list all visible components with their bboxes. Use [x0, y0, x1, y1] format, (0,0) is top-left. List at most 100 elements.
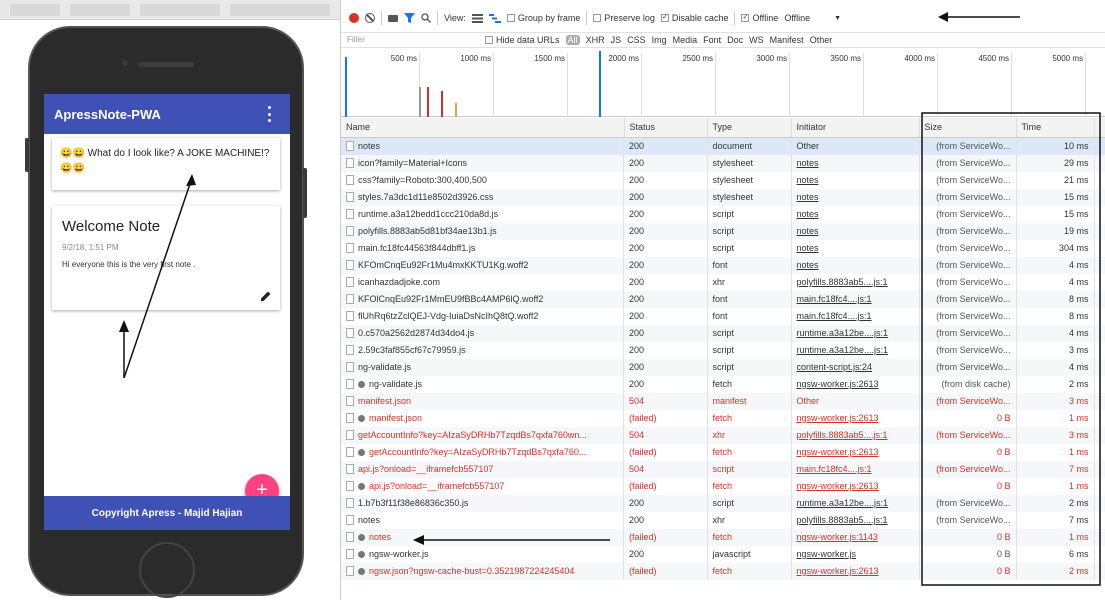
- table-row[interactable]: manifest.json (failed) fetch ngsw-worker.js…: [341, 409, 1105, 427]
- table-row[interactable]: flUhRq6tzZclQEJ-Vdg-IuiaDsNcIhQ8tQ.woff2…: [341, 307, 1105, 325]
- table-row[interactable]: ngsw.json?ngsw-cache-bust=0.352198722424…: [341, 562, 1105, 580]
- initiator-cell[interactable]: notes: [791, 154, 920, 172]
- type-filter-all[interactable]: All: [565, 35, 580, 45]
- throttle-select[interactable]: Offline: [784, 13, 810, 23]
- request-name-cell[interactable]: polyfills.8883ab5d81bf34ae13b1.js: [341, 222, 624, 240]
- table-row[interactable]: getAccountInfo?key=AIzaSyDRHb7TzqdBs7qxf…: [341, 426, 1105, 444]
- initiator-cell[interactable]: notes: [791, 205, 920, 223]
- filter-input[interactable]: Filter: [347, 34, 479, 46]
- screenshot-icon[interactable]: [388, 14, 398, 22]
- hide-data-urls-checkbox[interactable]: Hide data URLs: [485, 35, 560, 45]
- joke-card[interactable]: 😀😀 What do I look like? A JOKE MACHINE!?…: [52, 138, 280, 190]
- initiator-cell[interactable]: runtime.a3a12be....js:1: [791, 494, 920, 512]
- type-filter-css[interactable]: CSS: [627, 35, 646, 45]
- table-row[interactable]: 0.c570a2562d2874d34do4.js 200 script runtim…: [341, 324, 1105, 342]
- table-row[interactable]: api.js?onload=__iframefcb557107 (failed) f…: [341, 477, 1105, 495]
- type-filter-img[interactable]: Img: [652, 35, 667, 45]
- disable-cache-checkbox[interactable]: ✓ Disable cache: [660, 13, 728, 23]
- request-name-cell[interactable]: api.js?onload=__iframefcb557107: [341, 460, 624, 478]
- request-name-cell[interactable]: ng-validate.js: [341, 358, 624, 376]
- initiator-cell[interactable]: ngsw-worker.js:2613: [791, 477, 920, 495]
- type-filter-doc[interactable]: Doc: [727, 35, 743, 45]
- initiator-cell[interactable]: polyfills.8883ab5....js:1: [791, 511, 920, 529]
- type-filter-manifest[interactable]: Manifest: [770, 35, 804, 45]
- list-view-icon[interactable]: [471, 13, 483, 23]
- request-name-cell[interactable]: main.fc18fc44563f844dbff1.js: [341, 239, 624, 257]
- initiator-cell[interactable]: main.fc18fc4....js:1: [791, 460, 920, 478]
- initiator-cell[interactable]: runtime.a3a12be....js:1: [791, 324, 920, 342]
- initiator-cell[interactable]: notes: [791, 188, 920, 206]
- request-name-cell[interactable]: notes: [341, 528, 624, 546]
- table-row[interactable]: notes 200 document Other (from ServiceWo... 1…: [341, 137, 1105, 155]
- request-name-cell[interactable]: getAccountInfo?key=AIzaSyDRHb7TzqdBs7qxf…: [341, 443, 624, 461]
- request-name-cell[interactable]: 1.b7b3f11f38e86836c350.js: [341, 494, 624, 512]
- col-header-status[interactable]: Status: [624, 118, 708, 138]
- initiator-cell[interactable]: ngsw-worker.js: [791, 545, 920, 563]
- filter-icon[interactable]: [404, 13, 415, 23]
- preserve-log-checkbox[interactable]: Preserve log: [593, 13, 655, 23]
- type-filter-other[interactable]: Other: [810, 35, 833, 45]
- table-row[interactable]: runtime.a3a12bedd1ccc210da8d.js 200 script…: [341, 205, 1105, 223]
- request-name-cell[interactable]: manifest.json: [341, 392, 624, 410]
- note-card[interactable]: Welcome Note 9/2/18, 1:51 PM Hi everyone…: [52, 206, 280, 310]
- table-row[interactable]: KFOlCnqEu92Fr1MmEU9fBBc4AMP6lQ.woff2 200 f…: [341, 290, 1105, 308]
- table-row[interactable]: ng-validate.js 200 fetch ngsw-worker.js:261…: [341, 375, 1105, 393]
- request-name-cell[interactable]: ng-validate.js: [341, 375, 624, 393]
- initiator-cell[interactable]: polyfills.8883ab5....js:1: [791, 273, 920, 291]
- table-row[interactable]: 1.b7b3f11f38e86836c350.js 200 script runtim…: [341, 494, 1105, 512]
- chevron-down-icon[interactable]: ▼: [834, 15, 841, 22]
- record-icon[interactable]: [349, 13, 359, 23]
- initiator-cell[interactable]: notes: [791, 239, 920, 257]
- search-icon[interactable]: [421, 13, 431, 23]
- request-name-cell[interactable]: styles.7a3dc1d11e8502d3926.css: [341, 188, 624, 206]
- initiator-cell[interactable]: polyfills.8883ab5....js:1: [791, 426, 920, 444]
- timeline-overview[interactable]: 500 ms 1000 ms 1500 ms 2000 ms 2500 ms 3000 m…: [341, 49, 1105, 117]
- initiator-cell[interactable]: main.fc18fc4....js:1: [791, 307, 920, 325]
- request-name-cell[interactable]: flUhRq6tzZclQEJ-Vdg-IuiaDsNcIhQ8tQ.woff2: [341, 307, 624, 325]
- type-filter-xhr[interactable]: XHR: [586, 35, 605, 45]
- initiator-cell[interactable]: notes: [791, 256, 920, 274]
- table-row[interactable]: api.js?onload=__iframefcb557107 504 script…: [341, 460, 1105, 478]
- initiator-cell[interactable]: notes: [791, 222, 920, 240]
- table-row[interactable]: main.fc18fc44563f844dbff1.js 200 script not…: [341, 239, 1105, 257]
- request-name-cell[interactable]: api.js?onload=__iframefcb557107: [341, 477, 624, 495]
- table-row[interactable]: notes 200 xhr polyfills.8883ab5....js:1 (fro…: [341, 511, 1105, 529]
- request-name-cell[interactable]: notes: [341, 511, 624, 529]
- waterfall-view-icon[interactable]: [488, 13, 501, 23]
- initiator-cell[interactable]: main.fc18fc4....js:1: [791, 290, 920, 308]
- table-row[interactable]: 2.59c3faf855cf67c79959.js 200 script runtim…: [341, 341, 1105, 359]
- request-name-cell[interactable]: css?family=Roboto:300,400,500: [341, 171, 624, 189]
- type-filter-ws[interactable]: WS: [749, 35, 764, 45]
- request-name-cell[interactable]: runtime.a3a12bedd1ccc210da8d.js: [341, 205, 624, 223]
- table-row[interactable]: ng-validate.js 200 script content-script.js…: [341, 358, 1105, 376]
- table-row[interactable]: css?family=Roboto:300,400,500 200 styleshe…: [341, 171, 1105, 189]
- table-row[interactable]: manifest.json 504 manifest Other (from Servi…: [341, 392, 1105, 410]
- initiator-cell[interactable]: ngsw-worker.js:2613: [791, 409, 920, 427]
- type-filter-font[interactable]: Font: [703, 35, 721, 45]
- col-header-name[interactable]: Name: [341, 118, 625, 138]
- request-name-cell[interactable]: KFOlCnqEu92Fr1MmEU9fBBc4AMP6lQ.woff2: [341, 290, 624, 308]
- initiator-cell[interactable]: ngsw-worker.js:2613: [791, 375, 920, 393]
- col-header-initiator[interactable]: Initiator: [791, 118, 920, 138]
- initiator-cell[interactable]: runtime.a3a12be....js:1: [791, 341, 920, 359]
- group-by-frame-checkbox[interactable]: Group by frame: [506, 13, 580, 23]
- request-name-cell[interactable]: icanhazdadjoke.com: [341, 273, 624, 291]
- col-header-type[interactable]: Type: [707, 118, 792, 138]
- offline-checkbox[interactable]: ✓ Offline: [741, 13, 778, 23]
- initiator-cell[interactable]: ngsw-worker.js:1143: [791, 528, 920, 546]
- initiator-cell[interactable]: ngsw-worker.js:2613: [791, 562, 920, 580]
- type-filter-media[interactable]: Media: [673, 35, 698, 45]
- request-name-cell[interactable]: icon?family=Material+Icons: [341, 154, 624, 172]
- request-name-cell[interactable]: 2.59c3faf855cf67c79959.js: [341, 341, 624, 359]
- request-name-cell[interactable]: 0.c570a2562d2874d34do4.js: [341, 324, 624, 342]
- request-name-cell[interactable]: KFOmCnqEu92Fr1Mu4mxKKTU1Kg.woff2: [341, 256, 624, 274]
- initiator-cell[interactable]: content-script.js:24: [791, 358, 920, 376]
- more-vert-icon[interactable]: [268, 106, 272, 122]
- initiator-cell[interactable]: ngsw-worker.js:2613: [791, 443, 920, 461]
- table-row[interactable]: KFOmCnqEu92Fr1Mu4mxKKTU1Kg.woff2 200 font n…: [341, 256, 1105, 274]
- table-row[interactable]: getAccountInfo?key=AIzaSyDRHb7TzqdBs7qxf…: [341, 443, 1105, 461]
- table-row[interactable]: ngsw-worker.js 200 javascript ngsw-worker.j…: [341, 545, 1105, 563]
- col-header-time[interactable]: Time: [1016, 118, 1095, 138]
- table-row[interactable]: styles.7a3dc1d11e8502d3926.css 200 stylesh…: [341, 188, 1105, 206]
- initiator-cell[interactable]: notes: [791, 171, 920, 189]
